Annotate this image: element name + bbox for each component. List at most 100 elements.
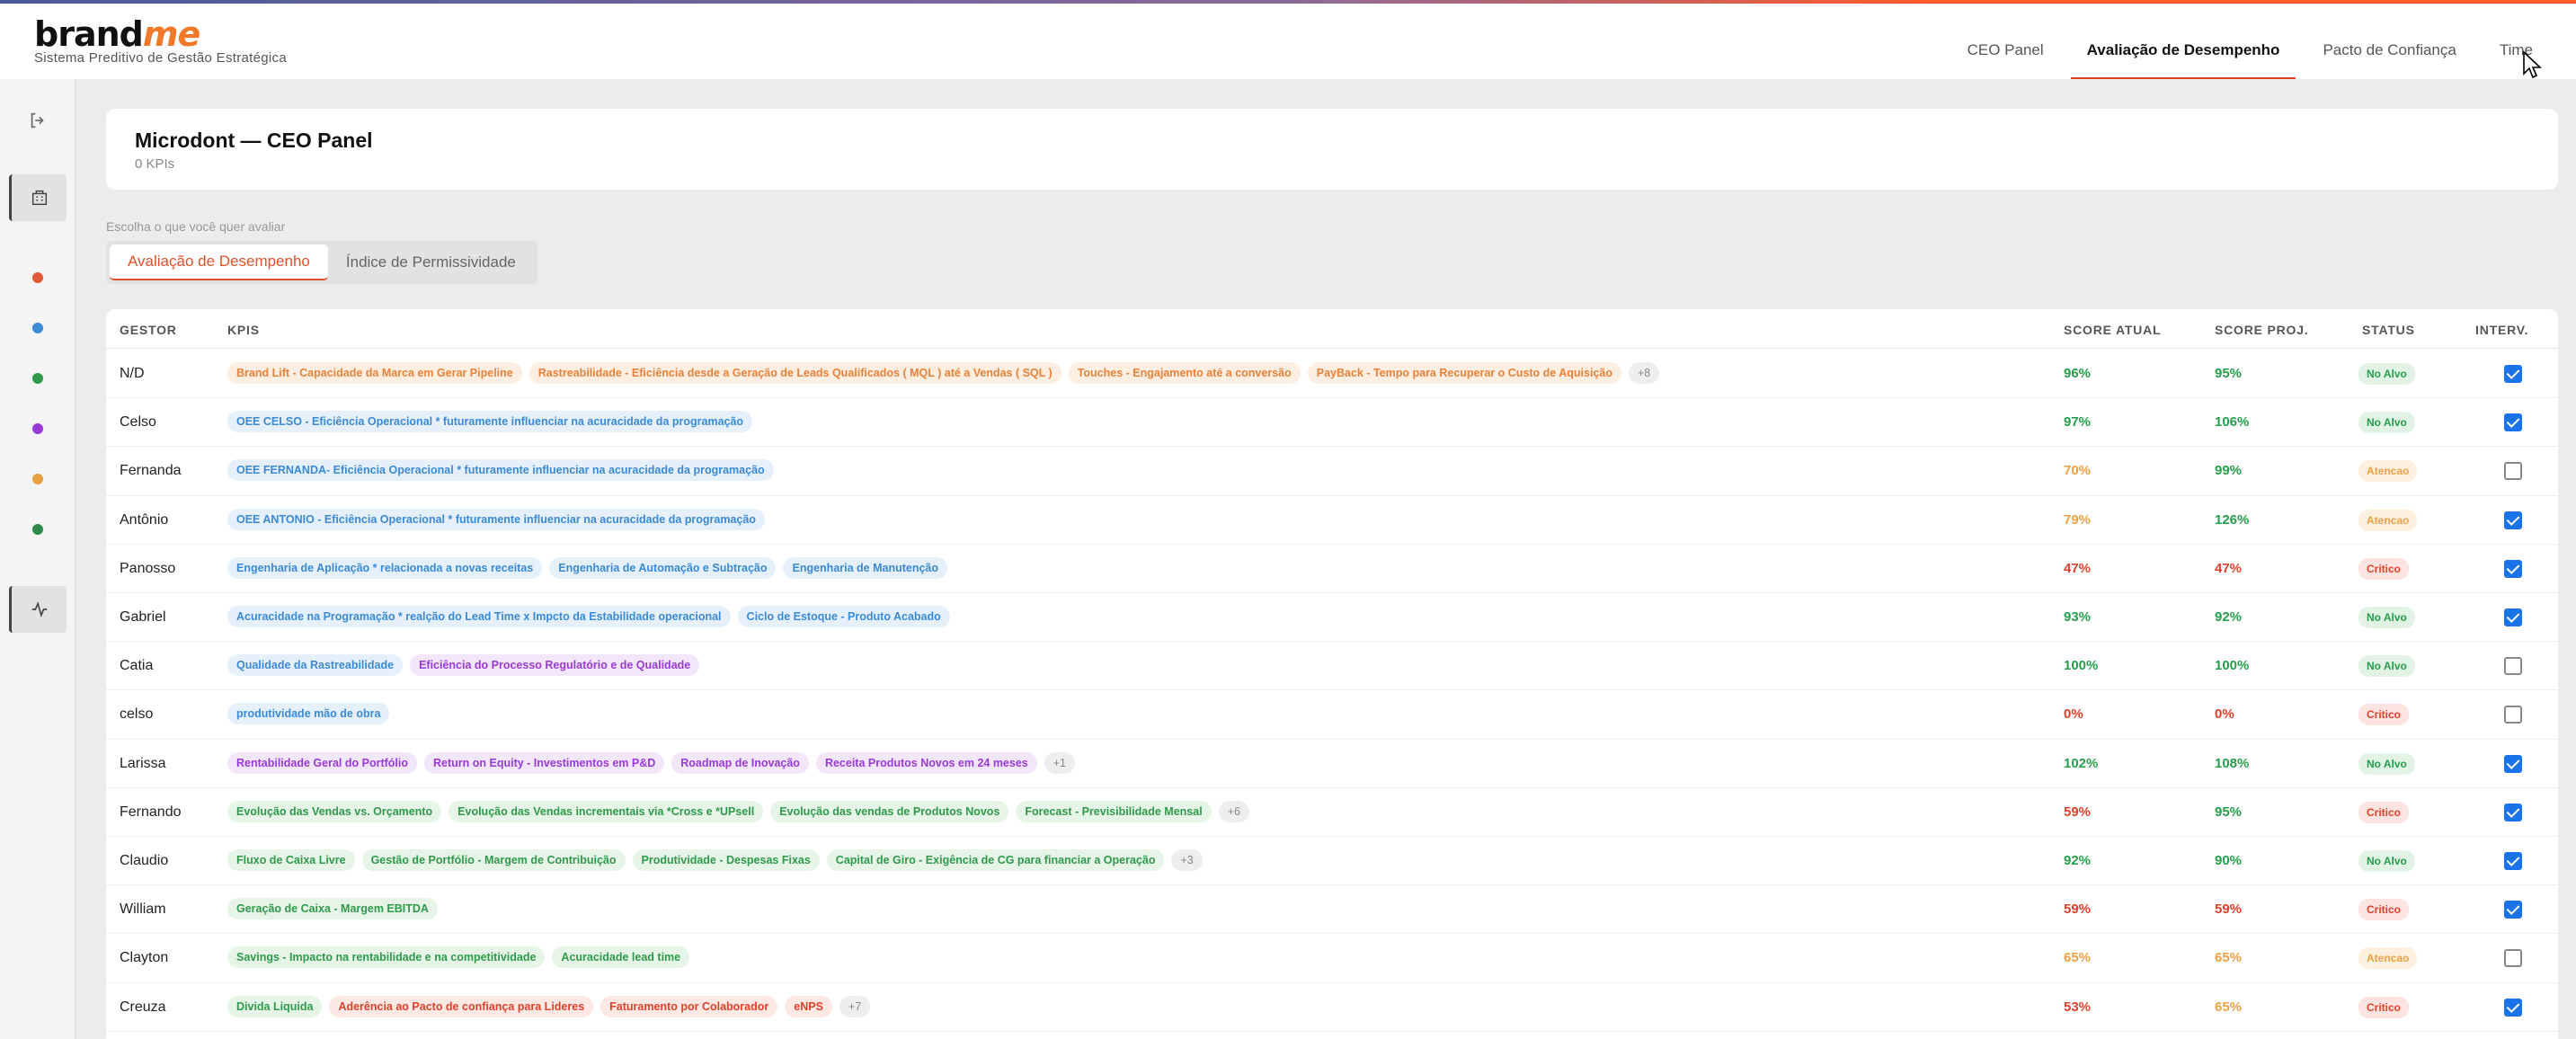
interv-checkbox[interactable]	[2504, 559, 2522, 578]
kpi-chip[interactable]: Evolução das Vendas vs. Orçamento	[227, 800, 442, 822]
kpi-chip[interactable]: Produtividade - Despesas Fixas	[632, 849, 820, 871]
activity-icon[interactable]	[9, 586, 67, 633]
score-atual: 93%	[2064, 609, 2092, 625]
table-row[interactable]: Larissa Rentabilidade Geral do Portfólio R…	[106, 740, 2558, 788]
kpi-chip[interactable]: Engenharia de Manutenção	[783, 556, 948, 579]
score-atual: 47%	[2064, 560, 2092, 576]
interv-checkbox[interactable]	[2504, 657, 2522, 676]
kpi-chip[interactable]: Aderência ao Pacto de confiança para Lid…	[329, 995, 594, 1017]
more-kpis-chip[interactable]: +7	[839, 995, 871, 1017]
col-gestor[interactable]: GESTOR	[120, 323, 177, 337]
kpi-chip[interactable]: Engenharia de Automação e Subtração	[549, 556, 777, 579]
table-row[interactable]: Gabriel Acuracidade na Programação * real…	[106, 593, 2558, 643]
kpi-chip[interactable]: Geração de Caixa - Margem EBITDA	[227, 898, 438, 920]
interv-checkbox[interactable]	[2504, 754, 2522, 773]
kpi-chip[interactable]: Evolução das Vendas incrementais via *Cr…	[449, 800, 764, 822]
interv-checkbox[interactable]	[2504, 949, 2522, 968]
main-nav: CEO Panel Avaliação de Desempenho Pacto …	[1941, 4, 2549, 79]
app-header: brandme Sistema Preditivo de Gestão Estr…	[0, 4, 2576, 79]
kpi-chip[interactable]: Gestão de Portfólio - Margem de Contribu…	[361, 849, 626, 871]
table-row[interactable]: N/D Brand Lift - Capacidade da Marca em G…	[106, 350, 2558, 399]
status-badge: No Alvo	[2358, 752, 2415, 775]
status-dot-purple[interactable]	[32, 423, 43, 434]
tab-pacto-confianca[interactable]: Pacto de Confiança	[2306, 41, 2472, 79]
more-kpis-chip[interactable]: +8	[1629, 362, 1660, 384]
kpi-chip[interactable]: Acuracidade na Programação * realção do …	[227, 606, 731, 627]
interv-checkbox[interactable]	[2504, 511, 2522, 529]
kpi-chip-list: OEE ANTONIO - Eficiência Operacional * f…	[227, 508, 765, 530]
kpi-chip[interactable]: Touches - Engajamento até a conversão	[1068, 362, 1301, 384]
gestor-name: celso	[120, 706, 154, 723]
interv-checkbox[interactable]	[2504, 365, 2522, 383]
kpi-chip[interactable]: Fluxo de Caixa Livre	[227, 849, 355, 871]
kpi-chip[interactable]: Roadmap de Inovação	[671, 751, 809, 774]
logout-icon[interactable]	[9, 97, 67, 144]
kpi-chip[interactable]: Faturamento por Colaborador	[600, 995, 778, 1017]
status-dot-green[interactable]	[32, 373, 43, 384]
status-dot-orange[interactable]	[32, 474, 43, 484]
interv-checkbox[interactable]	[2504, 608, 2522, 626]
col-interv[interactable]: INTERV.	[2475, 323, 2528, 337]
kpi-chip[interactable]: Ciclo de Estoque - Produto Acabado	[737, 606, 950, 627]
kpi-chip[interactable]: Capital de Giro - Exigência de CG para f…	[826, 849, 1165, 871]
interv-checkbox[interactable]	[2504, 706, 2522, 724]
kpi-chip[interactable]: Rentabilidade Geral do Portfólio	[227, 751, 417, 774]
kpi-chip[interactable]: produtividade mão de obra	[227, 703, 390, 725]
more-kpis-chip[interactable]: +1	[1044, 751, 1076, 774]
table-row[interactable]: Clayton Savings - Impacto na rentabilidad…	[106, 934, 2558, 983]
col-score-proj[interactable]: SCORE PROJ.	[2215, 323, 2309, 337]
table-row[interactable]: Creuza Divida Liquida Aderência ao Pacto d…	[106, 983, 2558, 1032]
more-kpis-chip[interactable]: +6	[1218, 800, 1249, 822]
kpi-chip-list: OEE CELSO - Eficiência Operacional * fut…	[227, 411, 753, 433]
evaluation-selector: Avaliação de Desempenho Índice de Permis…	[106, 241, 537, 284]
kpi-chip[interactable]: Eficiência do Processo Regulatório e de …	[410, 654, 700, 677]
kpi-chip[interactable]: Engenharia de Aplicação * relacionada a …	[227, 556, 543, 579]
interv-checkbox[interactable]	[2504, 998, 2522, 1017]
interv-checkbox[interactable]	[2504, 803, 2522, 821]
table-row[interactable]: celso produtividade mão de obra 0% 0% Critic…	[106, 690, 2558, 740]
table-row[interactable]: Antônio OEE ANTONIO - Eficiência Operacio…	[106, 496, 2558, 545]
interv-checkbox[interactable]	[2504, 413, 2522, 432]
option-indice-permissividade[interactable]: Índice de Permissividade	[328, 244, 534, 280]
kpi-chip[interactable]: OEE ANTONIO - Eficiência Operacional * f…	[227, 508, 765, 530]
kpi-chip-list: Brand Lift - Capacidade da Marca em Gera…	[227, 362, 1660, 384]
interv-checkbox[interactable]	[2504, 901, 2522, 919]
kpi-chip[interactable]: Qualidade da Rastreabilidade	[227, 654, 404, 677]
tab-ceo-panel[interactable]: CEO Panel	[1951, 41, 2060, 79]
table-row[interactable]: Panosso Engenharia de Aplicação * relacio…	[106, 545, 2558, 593]
col-status[interactable]: STATUS	[2362, 323, 2415, 337]
kpi-chip[interactable]: Receita Produtos Novos em 24 meses	[815, 751, 1037, 774]
kpi-chip[interactable]: Savings - Impacto na rentabilidade e na …	[227, 946, 546, 969]
table-row[interactable]: Catia Qualidade da Rastreabilidade Eficiên…	[106, 642, 2558, 691]
kpi-chip[interactable]: Rastreabilidade - Eficiência desde a Ger…	[529, 362, 1061, 384]
tab-avaliacao-desempenho[interactable]: Avaliação de Desempenho	[2070, 41, 2296, 79]
status-dot-blue[interactable]	[32, 323, 43, 333]
kpi-chip[interactable]: OEE FERNANDA- Eficiência Operacional * f…	[227, 459, 774, 482]
kpi-chip[interactable]: Brand Lift - Capacidade da Marca em Gera…	[227, 362, 522, 384]
kpi-chip[interactable]: Return on Equity - Investimentos em P&D	[424, 751, 665, 774]
kpi-chip-list: Rentabilidade Geral do Portfólio Return o…	[227, 751, 1076, 774]
col-kpis[interactable]: KPIS	[227, 323, 260, 337]
status-badge: Critico	[2358, 801, 2410, 823]
kpi-chip[interactable]: PayBack - Tempo para Recuperar o Custo d…	[1307, 362, 1621, 384]
kpi-chip[interactable]: Forecast - Previsibilidade Mensal	[1016, 800, 1212, 822]
option-avaliacao-desempenho[interactable]: Avaliação de Desempenho	[110, 244, 328, 280]
kpi-chip[interactable]: OEE CELSO - Eficiência Operacional * fut…	[227, 411, 753, 433]
table-row[interactable]: Claudio Fluxo de Caixa Livre Gestão de Por…	[106, 837, 2558, 886]
table-row[interactable]: Fernanda OEE FERNANDA- Eficiência Operaci…	[106, 447, 2558, 496]
kpi-chip[interactable]: eNPS	[785, 995, 832, 1017]
status-badge: Atencao	[2358, 460, 2418, 483]
status-dot-darkgreen[interactable]	[32, 524, 43, 535]
kpi-chip[interactable]: Divida Liquida	[227, 995, 323, 1017]
more-kpis-chip[interactable]: +3	[1171, 849, 1203, 871]
building-icon[interactable]	[9, 174, 67, 221]
interv-checkbox[interactable]	[2504, 462, 2522, 481]
kpi-chip[interactable]: Evolução das vendas de Produtos Novos	[770, 800, 1009, 822]
kpi-chip[interactable]: Acuracidade lead time	[552, 946, 690, 969]
table-row[interactable]: William Geração de Caixa - Margem EBITDA 5…	[106, 885, 2558, 935]
table-row[interactable]: Celso OEE CELSO - Eficiência Operacional …	[106, 398, 2558, 448]
status-dot-red[interactable]	[32, 272, 43, 283]
table-row[interactable]: Fernando Evolução das Vendas vs. Orçament…	[106, 788, 2558, 837]
interv-checkbox[interactable]	[2504, 852, 2522, 870]
col-score-atual[interactable]: SCORE ATUAL	[2064, 323, 2161, 337]
